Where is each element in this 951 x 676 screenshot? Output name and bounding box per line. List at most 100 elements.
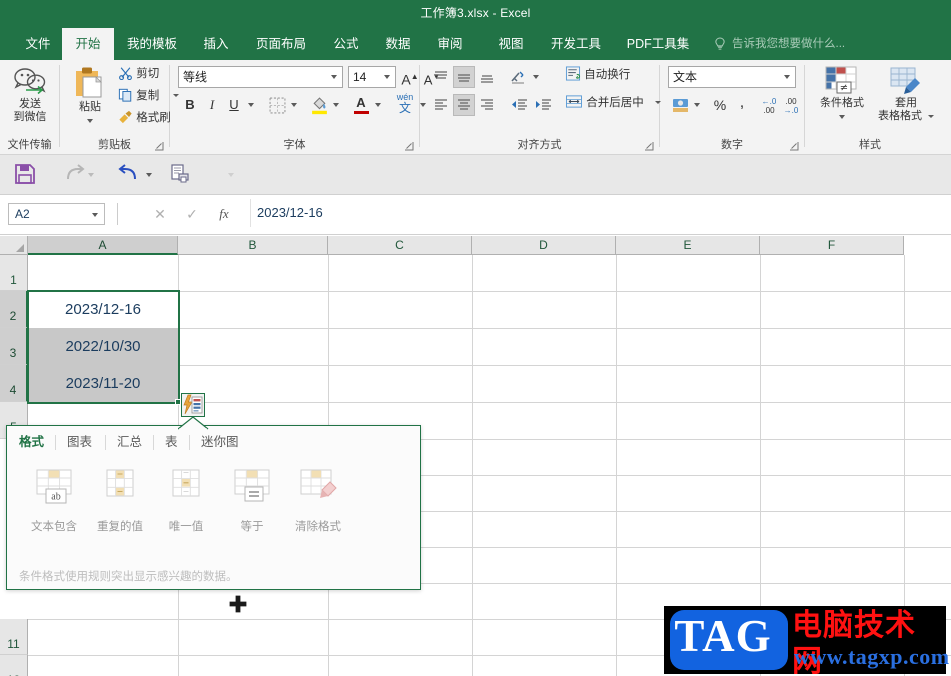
row-header-3[interactable]: 3 [0, 328, 28, 365]
save-button[interactable] [14, 163, 36, 188]
redo-caret[interactable] [88, 173, 94, 177]
qa-tab-4[interactable]: 迷你图 [201, 433, 239, 452]
ribbon-tab-10[interactable]: PDF工具集 [615, 28, 701, 60]
qa-item-unique-values[interactable]: 唯一值 [153, 468, 219, 533]
cell-styles-button[interactable]: 单元格 [939, 66, 951, 110]
column-header-E[interactable]: E [616, 236, 760, 255]
undo-button[interactable] [118, 164, 138, 187]
column-header-F[interactable]: F [760, 236, 904, 255]
font-size-caret[interactable] [384, 75, 390, 79]
cut-button[interactable]: 剪切 [118, 66, 159, 82]
font-name-caret[interactable] [331, 75, 337, 79]
borders-button[interactable] [266, 94, 288, 116]
print-preview-button[interactable] [170, 164, 190, 187]
insert-function-button[interactable]: fx [212, 203, 236, 225]
cell-A2[interactable]: 2023/12-16 [28, 291, 178, 328]
font-color-caret[interactable] [375, 103, 381, 107]
ribbon-tab-8[interactable]: 视图 [485, 28, 537, 60]
customize-qat-caret[interactable] [228, 173, 234, 177]
ribbon-tab-2[interactable]: 我的模板 [114, 28, 190, 60]
qa-tab-2[interactable]: 汇总 [117, 433, 142, 452]
send-to-wechat-button[interactable]: 发送 到微信 [6, 66, 54, 124]
font-size-combo[interactable]: 14 [348, 66, 396, 88]
italic-button[interactable]: I [202, 94, 222, 116]
align-center-button[interactable] [453, 94, 475, 116]
orientation-caret[interactable] [533, 75, 539, 79]
ribbon-tab-0[interactable]: 文件 [14, 28, 62, 60]
column-header-C[interactable]: C [328, 236, 472, 255]
qa-item-equal-to[interactable]: 等于 [219, 468, 285, 533]
ribbon-tab-3[interactable]: 插入 [190, 28, 242, 60]
redo-button[interactable] [65, 164, 85, 187]
ribbon-tab-1[interactable]: 开始 [62, 28, 114, 60]
paste-dropdown-caret[interactable] [87, 119, 93, 124]
decrease-indent-button[interactable] [508, 94, 530, 116]
row-header-11[interactable]: 11 [0, 619, 28, 655]
increase-decimal-button[interactable]: ←.0.00 [758, 94, 780, 116]
name-box[interactable]: A2 [8, 203, 105, 225]
row-header-1[interactable]: 1 [0, 255, 28, 291]
align-top-button[interactable] [430, 66, 452, 88]
align-left-button[interactable] [430, 94, 452, 116]
ribbon-tab-5[interactable]: 公式 [320, 28, 372, 60]
orientation-button[interactable] [508, 66, 530, 88]
clipboard-dialog-launcher[interactable] [154, 141, 165, 152]
comma-style-button[interactable]: , [732, 94, 752, 116]
format-as-table-caret[interactable] [928, 114, 935, 118]
name-box-caret[interactable] [92, 213, 98, 217]
phonetic-guide-button[interactable]: wén 文 [392, 92, 418, 118]
number-dialog-launcher[interactable] [789, 141, 800, 152]
row-header-12[interactable]: 12 [0, 655, 28, 676]
font-dialog-launcher[interactable] [404, 141, 415, 152]
align-bottom-button[interactable] [476, 66, 498, 88]
cell-A3[interactable]: 2022/10/30 [28, 328, 178, 365]
conditional-formatting-button[interactable]: ≠ 条件格式 [811, 66, 873, 124]
row-header-2[interactable]: 2 [0, 291, 28, 328]
align-middle-button[interactable] [453, 66, 475, 88]
conditional-formatting-caret[interactable] [839, 115, 845, 120]
qa-item-duplicate-values[interactable]: 重复的值 [87, 468, 153, 533]
cell-A4[interactable]: 2023/11-20 [28, 365, 178, 402]
qa-item-clear-format[interactable]: 清除格式 [285, 468, 351, 533]
formula-input[interactable]: 2023/12-16 [250, 199, 945, 227]
borders-caret[interactable] [291, 103, 297, 107]
alignment-dialog-launcher[interactable] [644, 141, 655, 152]
ribbon-tab-9[interactable]: 开发工具 [537, 28, 615, 60]
confirm-edit-button[interactable]: ✓ [180, 203, 204, 225]
qa-tab-3[interactable]: 表 [165, 433, 178, 452]
decrease-decimal-button[interactable]: .00 →.0 [780, 94, 802, 116]
font-name-combo[interactable]: 等线 [178, 66, 343, 88]
ribbon-tab-6[interactable]: 数据 [372, 28, 424, 60]
number-format-combo[interactable]: 文本 [668, 66, 796, 88]
column-header-A[interactable]: A [28, 236, 178, 255]
column-header-D[interactable]: D [472, 236, 616, 255]
fill-color-caret[interactable] [333, 103, 339, 107]
underline-button[interactable]: U [224, 94, 244, 116]
underline-caret[interactable] [248, 103, 254, 107]
row-header-4[interactable]: 4 [0, 365, 28, 402]
accounting-caret[interactable] [694, 103, 700, 107]
select-all-corner[interactable] [0, 236, 28, 255]
grow-font-button[interactable]: A▲ [400, 66, 420, 88]
qa-tab-0[interactable]: 格式 [19, 433, 44, 452]
paste-button[interactable]: 粘贴 [66, 66, 114, 128]
ribbon-tab-7[interactable]: 审阅 [424, 28, 476, 60]
accounting-format-button[interactable] [670, 94, 692, 116]
percent-style-button[interactable]: % [710, 94, 730, 116]
format-as-table-button[interactable]: 套用 表格格式 [875, 66, 937, 123]
column-header-B[interactable]: B [178, 236, 328, 255]
increase-indent-button[interactable] [532, 94, 554, 116]
cancel-edit-button[interactable]: ✕ [148, 203, 172, 225]
align-right-button[interactable] [476, 94, 498, 116]
number-format-caret[interactable] [784, 75, 790, 79]
quick-analysis-button[interactable] [181, 393, 205, 417]
font-color-button[interactable]: A [350, 94, 372, 116]
ribbon-tab-4[interactable]: 页面布局 [242, 28, 320, 60]
qa-tab-1[interactable]: 图表 [67, 433, 92, 452]
fill-color-button[interactable] [308, 94, 330, 116]
wrap-text-button[interactable]: 自动换行 [565, 66, 630, 83]
qa-item-text-contains[interactable]: ab 文本包含 [21, 468, 87, 533]
merge-center-button[interactable]: 合并后居中 [565, 94, 661, 111]
tell-me-search[interactable]: 告诉我您想要做什么... [732, 28, 845, 60]
bold-button[interactable]: B [180, 94, 200, 116]
